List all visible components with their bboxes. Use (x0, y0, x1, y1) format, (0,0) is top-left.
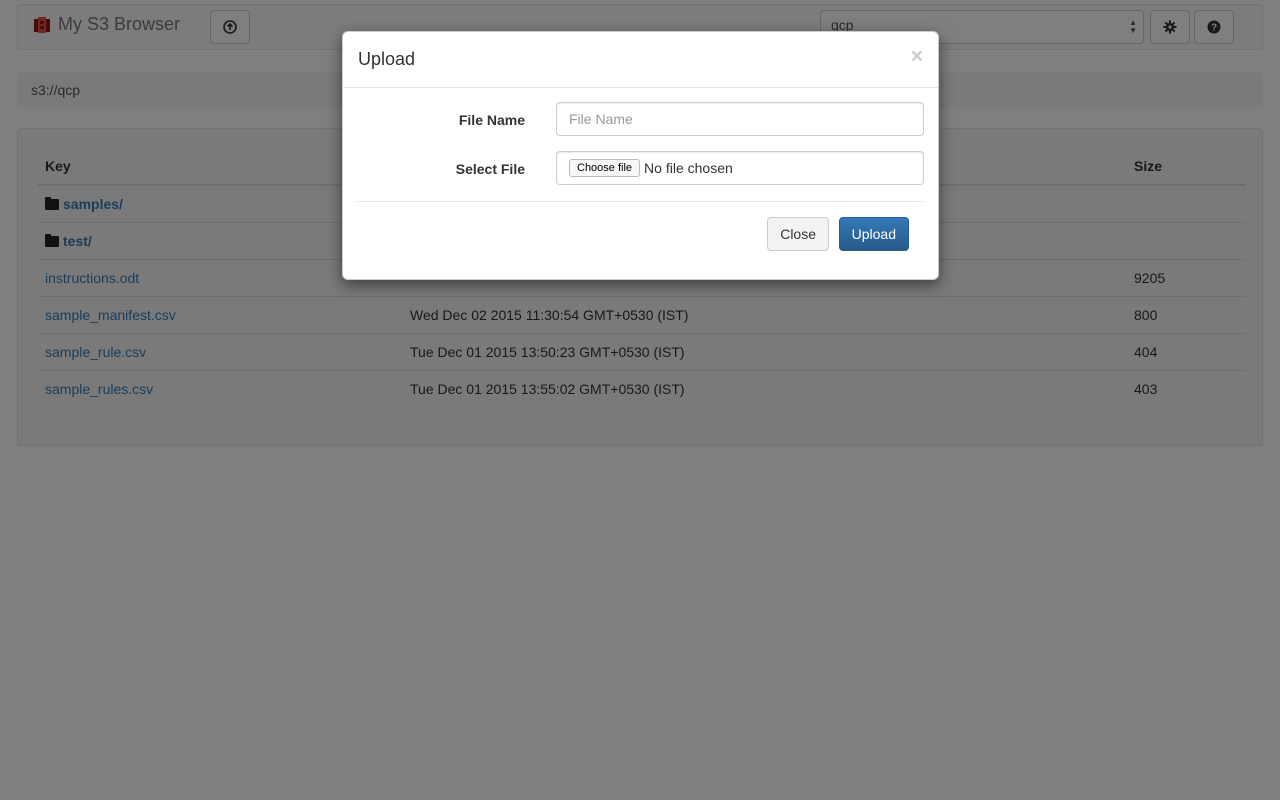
modal-header: Upload × (343, 32, 938, 88)
file-name-label: File Name (458, 112, 525, 128)
close-button[interactable]: Close (767, 217, 829, 251)
upload-modal: Upload × File Name Select File Choose fi… (342, 31, 939, 280)
close-icon[interactable]: × (911, 46, 923, 67)
file-picker: Choose file No file chosen (556, 151, 924, 185)
modal-title: Upload (358, 49, 416, 69)
upload-submit-button[interactable]: Upload (838, 217, 909, 251)
select-file-label: Select File (455, 161, 525, 177)
no-file-text: No file chosen (644, 160, 733, 176)
file-name-input[interactable] (556, 102, 924, 136)
choose-file-button[interactable]: Choose file (569, 159, 641, 177)
modal-body: File Name Select File Choose file No fil… (343, 88, 938, 202)
modal-footer: Close Upload (357, 201, 924, 271)
